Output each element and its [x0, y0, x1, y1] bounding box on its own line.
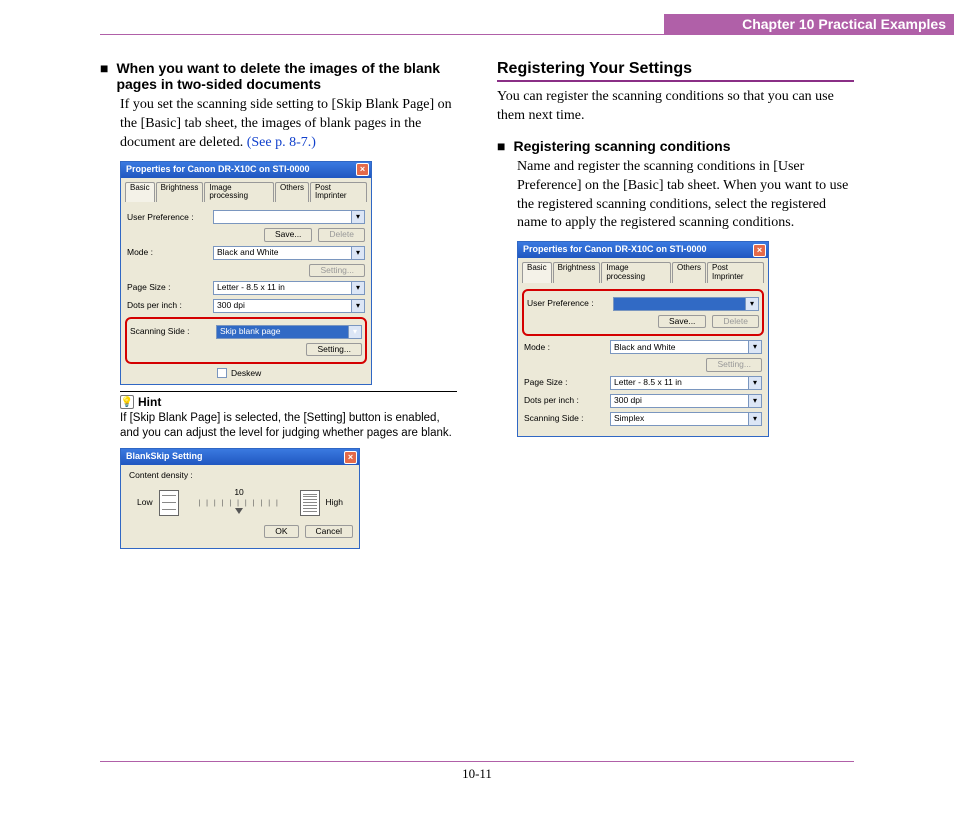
page-number: 10-11 [0, 766, 954, 782]
slider-knob-icon[interactable] [235, 508, 243, 514]
dialog-title: Properties for Canon DR-X10C on STI-0000 [126, 165, 310, 175]
tab-post-imprinter[interactable]: Post Imprinter [310, 182, 367, 203]
save-button[interactable]: Save... [264, 228, 312, 241]
dialog-tabs: Basic Brightness Image processing Others… [121, 178, 371, 203]
scanning-side-label: Scanning Side : [130, 327, 210, 336]
delete-button: Delete [712, 315, 759, 328]
cross-ref-link[interactable]: (See p. 8-7.) [247, 135, 316, 150]
scanning-side-combo[interactable]: Skip blank page [216, 325, 362, 339]
bullet-square-icon: ■ [497, 138, 505, 154]
cancel-button[interactable]: Cancel [305, 525, 353, 538]
save-button[interactable]: Save... [658, 315, 706, 328]
close-icon[interactable]: × [356, 163, 369, 176]
mode-label: Mode : [127, 248, 207, 257]
highlight-scanning-side: Scanning Side : Skip blank page Setting.… [125, 317, 367, 364]
section-intro: You can register the scanning conditions… [497, 88, 854, 126]
highlight-user-pref: User Preference : Save... Delete [522, 289, 764, 336]
setting2-button[interactable]: Setting... [306, 343, 362, 356]
header-rule [100, 34, 954, 35]
tab-brightness[interactable]: Brightness [553, 262, 601, 283]
dpi-label: Dots per inch : [524, 396, 604, 405]
mode-label: Mode : [524, 343, 604, 352]
ok-button[interactable]: OK [264, 525, 298, 538]
properties-dialog-right: Properties for Canon DR-X10C on STI-0000… [517, 241, 769, 436]
footer-rule [100, 761, 854, 762]
hint-bulb-icon: 💡 [120, 395, 134, 409]
bullet-square-icon: ■ [100, 60, 108, 76]
mode-combo[interactable]: Black and White [610, 340, 762, 354]
userpref-label: User Preference : [527, 299, 607, 308]
tab-image-processing[interactable]: Image processing [204, 182, 274, 203]
tab-basic[interactable]: Basic [522, 262, 552, 283]
scanning-side-label: Scanning Side : [524, 414, 604, 423]
high-label: High [326, 498, 343, 507]
dpi-combo[interactable]: 300 dpi [610, 394, 762, 408]
hint-label: Hint [138, 395, 161, 409]
low-label: Low [137, 498, 153, 507]
chapter-header: Chapter 10 Practical Examples [664, 14, 954, 34]
tab-basic[interactable]: Basic [125, 182, 155, 203]
left-column: ■ When you want to delete the images of … [100, 60, 457, 555]
left-body: If you set the scanning side setting to … [100, 96, 457, 153]
tab-brightness[interactable]: Brightness [156, 182, 204, 203]
page-size-combo[interactable]: Letter - 8.5 x 11 in [213, 281, 365, 295]
section-title: Registering Your Settings [497, 60, 854, 82]
right-heading-text: Registering scanning conditions [513, 138, 730, 154]
blankskip-title: BlankSkip Setting [126, 452, 203, 462]
hint-header: 💡 Hint [120, 391, 457, 409]
density-slider[interactable]: 10 | | | | | | | | | | | [185, 488, 294, 516]
sheet-dense-icon [300, 490, 320, 516]
page-size-combo[interactable]: Letter - 8.5 x 11 in [610, 376, 762, 390]
left-heading-text: When you want to delete the images of th… [116, 60, 457, 92]
right-body: Name and register the scanning condition… [497, 158, 854, 234]
dialog-title: Properties for Canon DR-X10C on STI-0000 [523, 245, 707, 255]
userpref-combo[interactable] [613, 297, 759, 311]
delete-button: Delete [318, 228, 365, 241]
slider-ticks: | | | | | | | | | | | [185, 500, 294, 508]
properties-dialog: Properties for Canon DR-X10C on STI-0000… [120, 161, 372, 386]
userpref-label: User Preference : [127, 213, 207, 222]
page-size-label: Page Size : [127, 283, 207, 292]
slider-value: 10 [185, 488, 294, 497]
right-column: Registering Your Settings You can regist… [497, 60, 854, 555]
content-density-label: Content density : [127, 469, 353, 480]
tab-others[interactable]: Others [672, 262, 706, 283]
right-heading: ■ Registering scanning conditions [497, 138, 854, 154]
dpi-combo[interactable]: 300 dpi [213, 299, 365, 313]
tab-post-imprinter[interactable]: Post Imprinter [707, 262, 764, 283]
left-heading: ■ When you want to delete the images of … [100, 60, 457, 92]
close-icon[interactable]: × [753, 244, 766, 257]
setting-button: Setting... [309, 264, 365, 277]
dpi-label: Dots per inch : [127, 301, 207, 310]
blankskip-dialog: BlankSkip Setting × Content density : Lo… [120, 448, 360, 549]
close-icon[interactable]: × [344, 451, 357, 464]
userpref-combo[interactable] [213, 210, 365, 224]
hint-text: If [Skip Blank Page] is selected, the [S… [120, 411, 457, 440]
tab-image-processing[interactable]: Image processing [601, 262, 671, 283]
dialog-titlebar: Properties for Canon DR-X10C on STI-0000… [121, 162, 371, 178]
sheet-sparse-icon [159, 490, 179, 516]
deskew-label: Deskew [231, 369, 261, 378]
page-size-label: Page Size : [524, 378, 604, 387]
mode-combo[interactable]: Black and White [213, 246, 365, 260]
deskew-checkbox[interactable] [217, 368, 227, 378]
setting-button: Setting... [706, 358, 762, 371]
scanning-side-combo[interactable]: Simplex [610, 412, 762, 426]
tab-others[interactable]: Others [275, 182, 309, 203]
